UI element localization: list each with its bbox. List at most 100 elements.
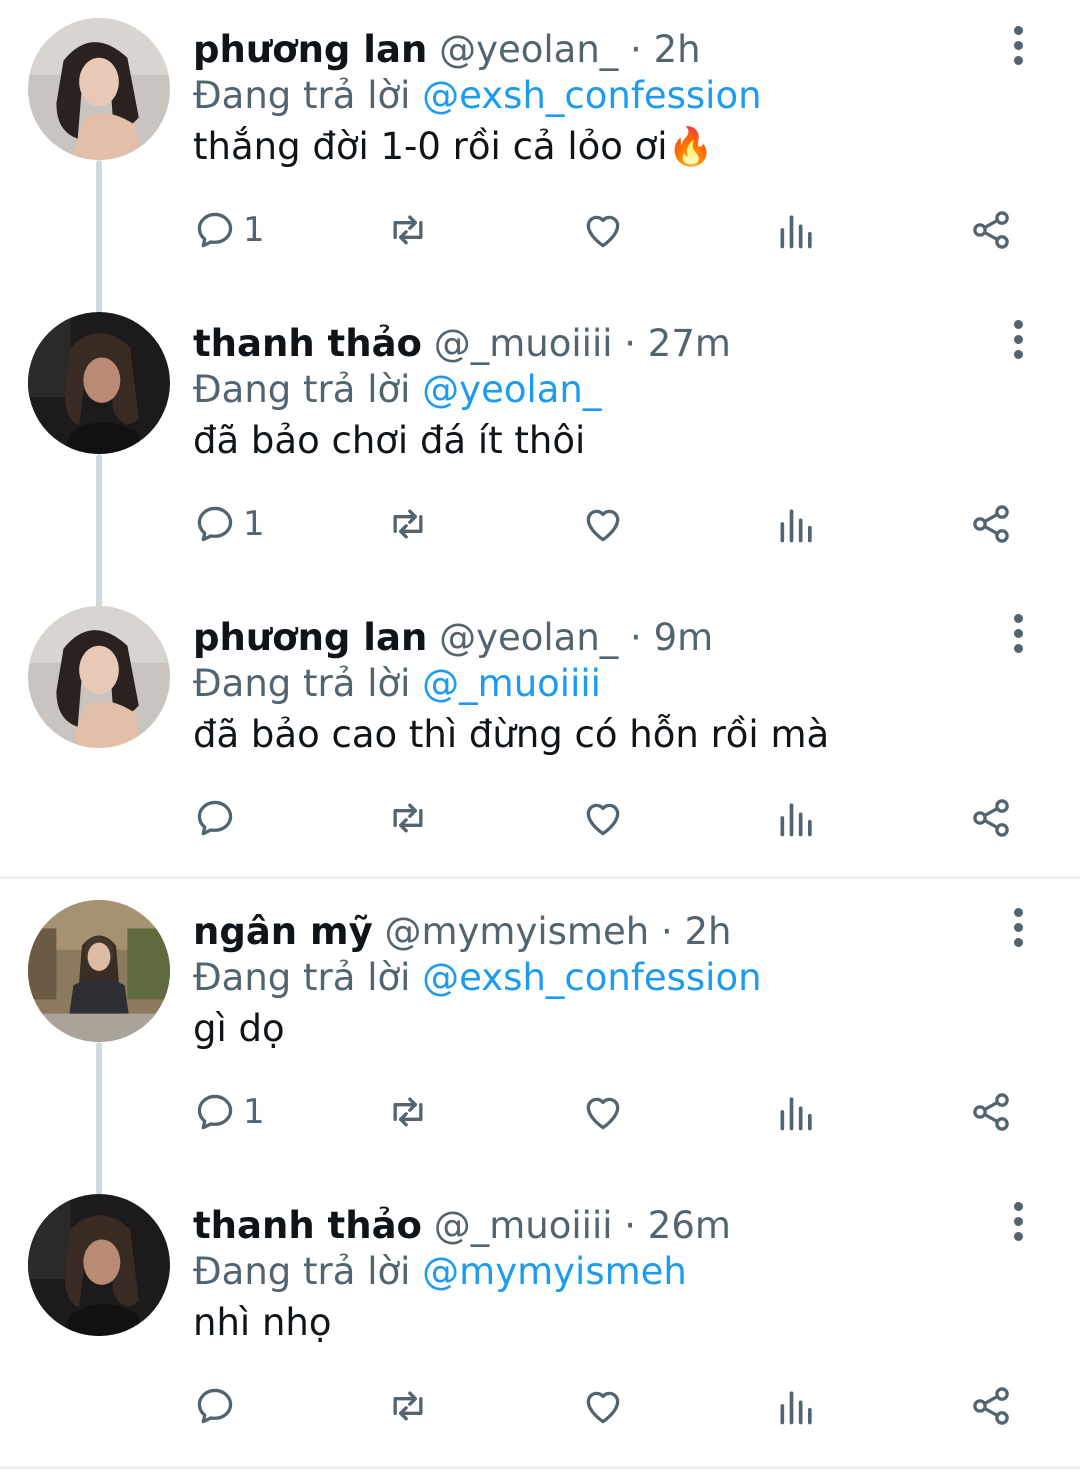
tweet-text: nhì nhọ [193,1301,332,1344]
reply-button[interactable] [193,788,243,848]
reply-icon [197,1094,233,1130]
user-handle[interactable]: @yeolan_ [439,28,618,71]
avatar-image [28,1194,170,1336]
display-name[interactable]: thanh thảo [193,322,422,365]
tweet-header: thanh thảo @_muoiiii · 27m [193,322,731,366]
share-icon [973,1093,1009,1131]
heart-icon [586,1391,620,1424]
share-icon [973,505,1009,543]
more-vertical-icon[interactable] [1000,896,1036,958]
analytics-icon [780,509,812,543]
retweet-button[interactable] [386,494,430,554]
avatar-image [28,900,170,1042]
action-bar: 1 [0,494,1080,554]
share-button[interactable] [969,788,1013,848]
reply-icon [197,212,233,248]
views-button[interactable] [775,788,819,848]
avatar[interactable] [28,18,170,160]
display-name[interactable]: ngân mỹ [193,910,373,953]
display-name[interactable]: phương lan [193,28,427,71]
thread-separator [0,1466,1080,1469]
reply-prefix: Đang trả lời [193,74,411,117]
avatar-image [28,18,170,160]
tweet[interactable]: thanh thảo @_muoiiii · 26m Đang trả lời … [0,1176,1080,1470]
like-button[interactable] [581,494,625,554]
retweet-icon [393,509,423,539]
share-icon [973,211,1009,249]
reply-context: Đang trả lời @exsh_confession [193,956,762,1000]
reply-mention[interactable]: @_muoiiii [422,662,601,705]
tweet-text: gì dọ [193,1007,285,1050]
reply-mention[interactable]: @exsh_confession [422,956,761,999]
tweet[interactable]: thanh thảo @_muoiiii · 27m Đang trả lời … [0,294,1080,609]
share-button[interactable] [969,1082,1013,1142]
reply-button[interactable] [193,1376,243,1436]
retweet-button[interactable] [386,788,430,848]
user-handle[interactable]: @_muoiiii [434,322,613,365]
display-name[interactable]: phương lan [193,616,427,659]
views-button[interactable] [775,200,819,260]
views-button[interactable] [775,1082,819,1142]
avatar[interactable] [28,1194,170,1336]
retweet-icon [393,1097,423,1127]
like-button[interactable] [581,200,625,260]
reply-context: Đang trả lời @_muoiiii [193,662,601,706]
reply-context: Đang trả lời @exsh_confession [193,74,762,118]
reply-context: Đang trả lời @yeolan_ [193,368,601,412]
retweet-button[interactable] [386,1376,430,1436]
reply-prefix: Đang trả lời [193,1250,411,1293]
tweet[interactable]: ngân mỹ @mymyismeh · 2h Đang trả lời @ex… [0,882,1080,1197]
retweet-button[interactable] [386,1082,430,1142]
user-handle[interactable]: @mymyismeh [384,910,649,953]
more-vertical-icon[interactable] [1000,602,1036,664]
like-button[interactable] [581,788,625,848]
share-button[interactable] [969,494,1013,554]
more-vertical-icon[interactable] [1000,308,1036,370]
reply-button[interactable]: 1 [193,1082,265,1142]
analytics-icon [780,803,812,837]
share-button[interactable] [969,200,1013,260]
separator-dot: · [660,910,673,953]
timestamp[interactable]: 2h [654,28,701,71]
share-button[interactable] [969,1376,1013,1436]
reply-mention[interactable]: @yeolan_ [422,368,601,411]
reply-count: 1 [243,1092,265,1132]
tweet-header: phương lan @yeolan_ · 2h [193,28,701,72]
reply-mention[interactable]: @mymyismeh [422,1250,687,1293]
timestamp[interactable]: 9m [654,616,714,659]
share-icon [973,1387,1009,1425]
tweet[interactable]: phương lan @yeolan_ · 9m Đang trả lời @_… [0,588,1080,882]
tweet-header: thanh thảo @_muoiiii · 26m [193,1204,731,1248]
tweet-header: ngân mỹ @mymyismeh · 2h [193,910,731,954]
reply-icon [197,1388,233,1424]
avatar[interactable] [28,900,170,1042]
views-button[interactable] [775,1376,819,1436]
views-button[interactable] [775,494,819,554]
user-handle[interactable]: @yeolan_ [439,616,618,659]
more-vertical-icon[interactable] [1000,1190,1036,1252]
analytics-icon [780,1097,812,1131]
retweet-icon [393,803,423,833]
user-handle[interactable]: @_muoiiii [434,1204,613,1247]
tweet-text: đã bảo chơi đá ít thôi [193,419,586,462]
action-bar [0,1376,1080,1436]
retweet-button[interactable] [386,200,430,260]
reply-button[interactable]: 1 [193,494,265,554]
heart-icon [586,1097,620,1130]
retweet-icon [393,215,423,245]
action-bar: 1 [0,200,1080,260]
timestamp[interactable]: 27m [648,322,731,365]
timestamp[interactable]: 2h [684,910,731,953]
reply-mention[interactable]: @exsh_confession [422,74,761,117]
timestamp[interactable]: 26m [648,1204,731,1247]
separator-dot: · [624,322,637,365]
reply-button[interactable]: 1 [193,200,265,260]
display-name[interactable]: thanh thảo [193,1204,422,1247]
avatar[interactable] [28,312,170,454]
tweet[interactable]: phương lan @yeolan_ · 2h Đang trả lời @e… [0,0,1080,315]
like-button[interactable] [581,1082,625,1142]
retweet-icon [393,1391,423,1421]
like-button[interactable] [581,1376,625,1436]
more-vertical-icon[interactable] [1000,14,1036,76]
avatar[interactable] [28,606,170,748]
